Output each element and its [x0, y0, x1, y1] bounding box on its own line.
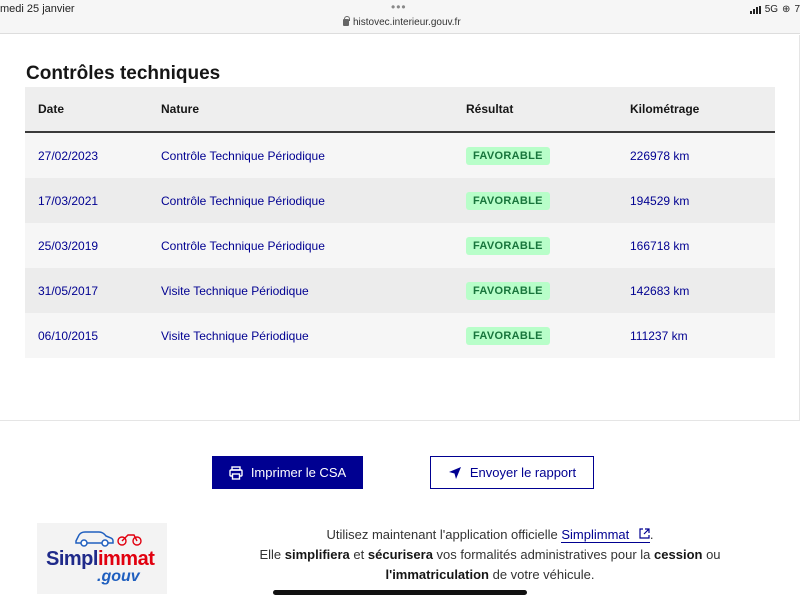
table-row: 25/03/2019 Contrôle Technique Périodique… [25, 223, 775, 268]
promo-line-2: Elle simplifiera et sécurisera vos forma… [259, 547, 721, 562]
send-icon [448, 466, 461, 479]
print-csa-button[interactable]: Imprimer le CSA [212, 456, 363, 489]
signal-icon [749, 5, 761, 14]
table-header: Date Nature Résultat Kilométrage [25, 87, 775, 133]
printer-icon [229, 465, 243, 480]
header-nature: Nature [161, 102, 200, 116]
row-mileage: 142683 km [630, 283, 690, 298]
section-title: Contrôles techniques [26, 63, 221, 84]
external-link-icon [639, 528, 650, 539]
technical-checks-panel: Contrôles techniques Date Nature Résulta… [0, 35, 800, 421]
result-badge: FAVORABLE [466, 147, 550, 165]
send-report-button[interactable]: Envoyer le rapport [430, 456, 594, 489]
result-badge: FAVORABLE [466, 237, 550, 255]
home-indicator[interactable] [273, 590, 527, 595]
network-label: 5G [764, 4, 779, 15]
result-badge: FAVORABLE [466, 192, 550, 210]
simplimmat-promo-text: Utilisez maintenant l'application offici… [220, 525, 760, 585]
row-nature: Contrôle Technique Périodique [161, 148, 325, 163]
motorbike-icon [117, 534, 142, 546]
header-date: Date [38, 102, 65, 116]
url-text: histovec.interieur.gouv.fr [353, 17, 461, 28]
print-button-label: Imprimer le CSA [250, 465, 347, 480]
simplimmat-logo[interactable]: Simplimmat .gouv [37, 523, 167, 594]
header-mileage: Kilométrage [630, 102, 700, 116]
address-bar[interactable]: histovec.interieur.gouv.fr [343, 16, 461, 28]
row-date: 17/03/2021 [38, 193, 99, 208]
logo-gouv: .gouv [97, 568, 140, 585]
browser-menu-dots[interactable]: ••• [391, 0, 407, 14]
row-date: 27/02/2023 [38, 148, 99, 163]
promo-line-1: Utilisez maintenant l'application offici… [326, 527, 654, 543]
row-nature: Contrôle Technique Périodique [161, 193, 325, 208]
status-bar: medi 25 janvier ••• histovec.interieur.g… [0, 0, 800, 34]
send-button-label: Envoyer le rapport [469, 465, 577, 480]
row-date: 25/03/2019 [38, 238, 99, 253]
row-nature: Visite Technique Périodique [161, 328, 309, 343]
table-row: 31/05/2017 Visite Technique Périodique F… [25, 268, 775, 313]
row-date: 06/10/2015 [38, 328, 99, 343]
promo-line-3: l'immatriculation de votre véhicule. [385, 567, 595, 582]
row-nature: Visite Technique Périodique [161, 283, 309, 298]
table-row: 27/02/2023 Contrôle Technique Périodique… [25, 133, 775, 178]
lock-icon [343, 16, 350, 26]
battery-label: 7 [794, 4, 800, 15]
row-mileage: 194529 km [630, 193, 690, 208]
row-mileage: 166718 km [630, 238, 690, 253]
status-time: medi 25 janvier [0, 3, 75, 15]
table-row: 17/03/2021 Contrôle Technique Périodique… [25, 178, 775, 223]
location-icon: ⊕ [782, 4, 791, 15]
technical-checks-table: Date Nature Résultat Kilométrage 27/02/2… [25, 87, 775, 358]
row-mileage: 111237 km [630, 328, 688, 343]
row-nature: Contrôle Technique Périodique [161, 238, 325, 253]
simplimmat-link[interactable]: Simplimmat [561, 527, 650, 543]
table-row: 06/10/2015 Visite Technique Périodique F… [25, 313, 775, 358]
row-date: 31/05/2017 [38, 283, 99, 298]
result-badge: FAVORABLE [466, 327, 550, 345]
result-badge: FAVORABLE [466, 282, 550, 300]
row-mileage: 226978 km [630, 148, 690, 163]
car-icon [75, 531, 114, 547]
header-result: Résultat [466, 102, 514, 116]
status-indicators: 5G ⊕ 7 [749, 4, 800, 15]
